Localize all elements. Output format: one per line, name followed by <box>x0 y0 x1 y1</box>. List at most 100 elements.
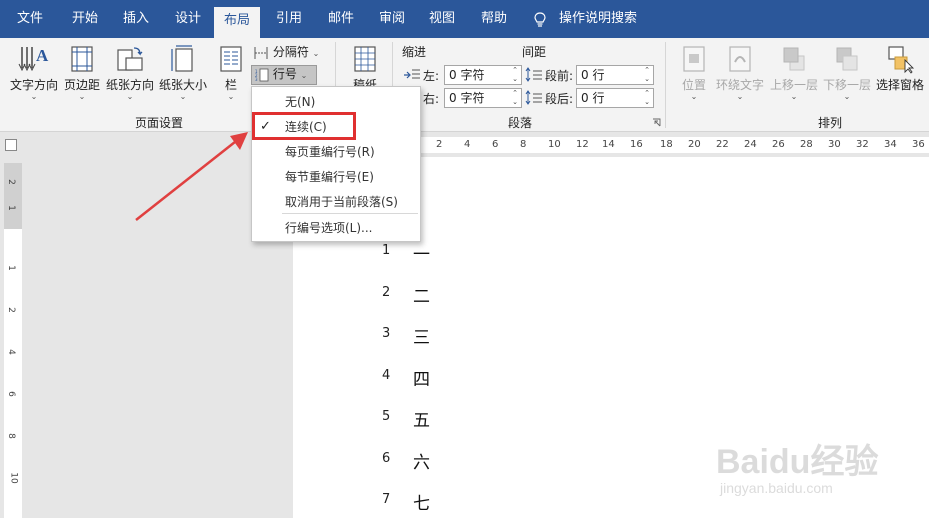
ruler-tick-label: 20 <box>688 139 701 150</box>
document-line-text[interactable]: 二 <box>413 282 430 307</box>
ruler-tick-label: 34 <box>884 139 897 150</box>
line-number: 6 <box>382 450 391 466</box>
ruler-tick-label: 24 <box>744 139 757 150</box>
spacing-before-field[interactable]: 0 行 ⌃ ⌄ <box>576 65 654 85</box>
menu-item-restart-each-section[interactable]: 每节重编行号(E) <box>252 165 420 189</box>
orientation-label: 纸张方向 <box>105 78 154 92</box>
ruler-tick-label: 2 <box>5 179 16 185</box>
tab-layout[interactable]: 布局 <box>214 7 261 38</box>
menu-item-line-number-options[interactable]: 行编号选项(L)... <box>252 216 420 240</box>
document-line-text[interactable]: 三 <box>413 323 430 348</box>
spinner-icon[interactable]: ⌃ ⌄ <box>510 66 520 84</box>
selection-pane-button[interactable]: 选择窗格 <box>874 44 926 93</box>
send-backward-label: 下移一层 <box>822 78 871 92</box>
menu-item-none[interactable]: 无(N) <box>252 90 420 114</box>
ruler-margin <box>4 163 22 229</box>
ruler-tick-label: 8 <box>520 139 527 150</box>
wrap-text-button[interactable]: 环绕文字 ⌄ <box>714 44 766 101</box>
ruler-tick-label: 8 <box>5 433 16 439</box>
document-line-text[interactable]: 五 <box>413 406 430 431</box>
tab-stop-selector[interactable] <box>5 139 17 151</box>
spacing-after-field[interactable]: 0 行 ⌃ ⌄ <box>576 88 654 108</box>
tab-references[interactable]: 引用 <box>276 0 302 38</box>
chevron-down-icon: ⌄ <box>312 49 320 58</box>
ruler-tick-label: 2 <box>436 139 443 150</box>
tab-home[interactable]: 开始 <box>72 0 98 38</box>
tab-mailings[interactable]: 邮件 <box>328 0 354 38</box>
ruler-tick-label: 1 <box>5 205 16 211</box>
vertical-ruler[interactable]: 2 1 1 2 4 6 8 10 <box>4 163 22 518</box>
selection-pane-icon <box>888 46 915 74</box>
dialog-launcher-icon[interactable] <box>652 118 661 127</box>
chevron-down-icon: ⌄ <box>736 92 744 101</box>
paragraph-group-label: 段落 <box>508 116 533 130</box>
search-tell-me[interactable]: 操作说明搜索 <box>559 0 637 38</box>
menu-item-label: 取消用于当前段落(S) <box>285 195 398 209</box>
chevron-down-icon: ⌄ <box>690 92 698 101</box>
ruler-tick-label: 12 <box>576 139 589 150</box>
group-divider <box>665 42 666 128</box>
ribbon: A 文字方向 ⌄ 页边距 ⌄ 纸张方向 ⌄ 纸张大小 ⌄ 栏 ⌄ 分隔符 ⌄ 1… <box>0 38 929 132</box>
line-number: 2 <box>382 284 391 300</box>
ruler-tick-label: 10 <box>548 139 561 150</box>
baidu-watermark: Baidu经验 jingyan.baidu.com <box>700 418 900 508</box>
margins-button[interactable]: 页边距 ⌄ <box>63 44 101 101</box>
text-direction-icon: A <box>18 46 49 72</box>
bring-forward-label: 上移一层 <box>769 78 818 92</box>
orientation-button[interactable]: 纸张方向 ⌄ <box>104 44 156 101</box>
spacing-before-value: 0 行 <box>581 68 605 82</box>
menu-divider <box>282 213 418 214</box>
margins-label: 页边距 <box>63 78 100 92</box>
send-backward-button[interactable]: 下移一层 ⌄ <box>821 44 873 101</box>
indent-right-label: 右: <box>423 92 440 106</box>
tab-design[interactable]: 设计 <box>175 0 201 38</box>
text-direction-button[interactable]: A 文字方向 ⌄ <box>8 44 60 101</box>
ruler-tick-label: 2 <box>5 307 16 313</box>
wrap-text-icon <box>729 46 751 72</box>
bring-forward-icon <box>783 47 805 71</box>
bring-forward-button[interactable]: 上移一层 ⌄ <box>768 44 820 101</box>
spacing-after-icon <box>525 90 542 105</box>
margins-icon <box>71 46 93 72</box>
menu-item-label: 每节重编行号(E) <box>285 170 374 184</box>
selection-pane-label: 选择窗格 <box>875 78 924 92</box>
chevron-down-icon: ⌄ <box>30 92 38 101</box>
ruler-tick-label: 4 <box>5 349 16 355</box>
chevron-down-icon: ⌄ <box>179 92 187 101</box>
menu-item-restart-each-page[interactable]: 每页重编行号(R) <box>252 140 420 164</box>
columns-icon <box>220 46 242 72</box>
document-line-text[interactable]: 一 <box>413 240 430 265</box>
spacing-title: 间距 <box>522 45 547 59</box>
breaks-button[interactable]: 分隔符 ⌄ <box>253 43 325 60</box>
indent-right-value: 0 字符 <box>449 91 485 105</box>
line-number: 3 <box>382 326 391 341</box>
tab-insert[interactable]: 插入 <box>123 0 149 38</box>
menu-item-suppress-current[interactable]: 取消用于当前段落(S) <box>252 190 420 214</box>
tab-help[interactable]: 帮助 <box>481 0 507 38</box>
spacing-before-icon <box>525 67 542 82</box>
tab-file[interactable]: 文件 <box>17 0 43 38</box>
spinner-icon[interactable]: ⌃ ⌄ <box>642 66 652 84</box>
spinner-icon[interactable]: ⌃ ⌄ <box>510 89 520 107</box>
document-line-text[interactable]: 七 <box>413 489 430 514</box>
size-button[interactable]: 纸张大小 ⌄ <box>157 44 209 101</box>
line-numbers-dropdown: 无(N) ✓ 连续(C) 每页重编行号(R) 每节重编行号(E) 取消用于当前段… <box>251 86 421 242</box>
indent-right-field[interactable]: 0 字符 ⌃ ⌄ <box>444 88 522 108</box>
spinner-icon[interactable]: ⌃ ⌄ <box>642 89 652 107</box>
watermark-brand: Baidu经验 <box>716 443 879 481</box>
tab-review[interactable]: 审阅 <box>379 0 405 38</box>
text-direction-label: 文字方向 <box>9 78 58 92</box>
position-button[interactable]: 位置 ⌄ <box>677 44 711 101</box>
line-numbers-label: 行号 <box>272 67 297 81</box>
line-number: 5 <box>382 409 391 424</box>
line-numbers-button[interactable]: 1 2 3 行号 ⌄ <box>251 65 317 85</box>
document-line-text[interactable]: 六 <box>413 448 430 473</box>
indent-left-value: 0 字符 <box>449 68 485 82</box>
ruler-tick-label: 14 <box>602 139 615 150</box>
indent-left-field[interactable]: 0 字符 ⌃ ⌄ <box>444 65 522 85</box>
columns-button[interactable]: 栏 ⌄ <box>216 44 246 101</box>
ruler-tick-label: 6 <box>492 139 499 150</box>
line-number: 1 <box>382 243 391 258</box>
document-line-text[interactable]: 四 <box>413 365 430 390</box>
tab-view[interactable]: 视图 <box>429 0 455 38</box>
